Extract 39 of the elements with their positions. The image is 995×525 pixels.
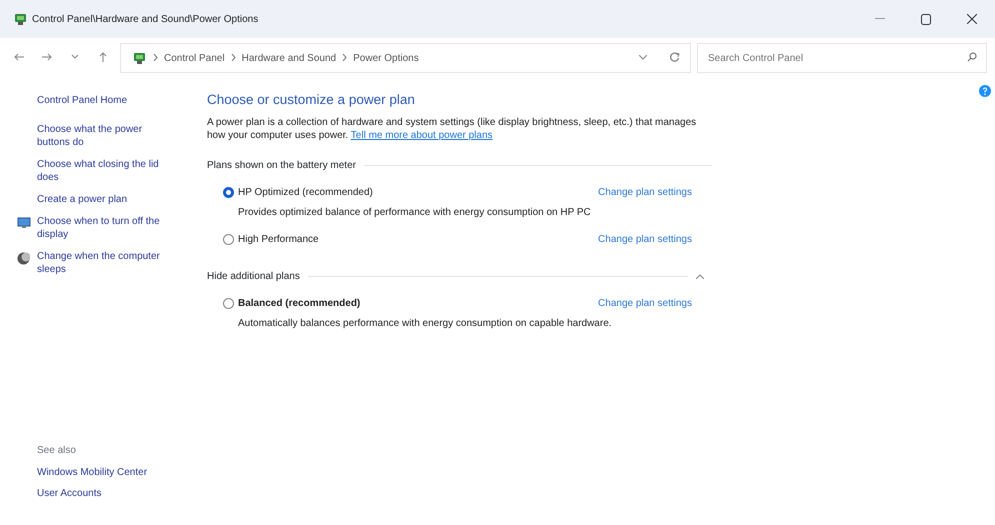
close-icon[interactable] (967, 14, 977, 24)
breadcrumb-item[interactable]: Power Options (353, 50, 419, 66)
plan-name: Balanced (recommended) (238, 297, 362, 312)
plan-description: Provides optimized balance of performance with energy consumption on HP PC (238, 206, 592, 220)
plan-name: High Performance (238, 233, 320, 248)
search-field[interactable]: Search Control Panel (697, 43, 987, 73)
page-heading: Choose or customize a power plan (207, 92, 416, 108)
change-plan-settings-link[interactable]: Change plan settings (598, 232, 692, 248)
sidebar-link[interactable]: Control Panel Home (37, 94, 172, 107)
radio-button[interactable] (223, 298, 234, 310)
up-arrow-icon[interactable] (98, 52, 108, 64)
address-field[interactable]: Control Panel Hardware and Sound Power Options (120, 43, 691, 73)
minimize-icon[interactable] (875, 18, 885, 20)
learn-more-link[interactable]: Tell me more about power plans (350, 130, 493, 142)
radio-button[interactable] (223, 234, 234, 246)
sidebar-link[interactable]: Create a power plan (37, 193, 172, 206)
group-heading: Plans shown on the battery meter (207, 159, 356, 174)
display-icon (17, 216, 31, 231)
plan-name: HP Optimized (recommended) (238, 186, 374, 200)
change-plan-settings-link[interactable]: Change plan settings (598, 185, 692, 200)
sidebar-link[interactable]: Change when the computer sleeps (37, 250, 172, 276)
control-panel-icon (131, 50, 147, 66)
window-title: Control Panel\Hardware and Sound\Power Options (32, 12, 258, 26)
maximize-icon[interactable] (921, 14, 931, 24)
group-heading[interactable]: Hide additional plans (207, 269, 300, 284)
sidebar-link[interactable]: Choose when to turn off the display (37, 215, 172, 241)
sidebar-link[interactable]: Choose what closing the lid does (37, 158, 172, 184)
description-text: A power plan is a collection of hardware and system settings (like display brightness, sleep, etc.) that manages how your computer uses power. Tell me more about power plans (207, 116, 698, 142)
sidebar-link[interactable]: Windows Mobility Center (37, 466, 172, 479)
plan-description: Automatically balances performance with energy consumption on capable hardware. (238, 317, 613, 332)
breadcrumb-item[interactable]: Control Panel (164, 50, 225, 66)
control-panel-icon (12, 12, 28, 26)
sidebar-link[interactable]: User Accounts (37, 487, 172, 500)
breadcrumb-item[interactable]: Hardware and Sound (242, 50, 336, 66)
change-plan-settings-link[interactable]: Change plan settings (598, 296, 692, 312)
radio-button[interactable] (223, 187, 234, 198)
see-also-heading: See also (37, 444, 77, 458)
sidebar-link[interactable]: Choose what the power buttons do (37, 123, 172, 149)
moon-icon (17, 251, 30, 266)
